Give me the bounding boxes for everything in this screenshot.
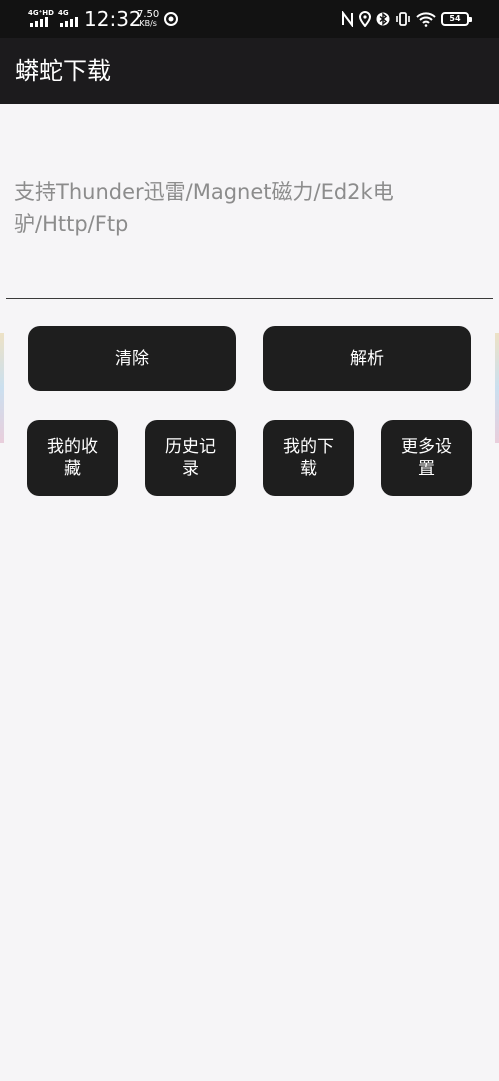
wifi-icon bbox=[416, 12, 436, 27]
location-icon bbox=[359, 11, 371, 27]
network-type-1: 4G⁺HD bbox=[28, 9, 54, 17]
signal-1-icon: 4G⁺HD bbox=[28, 9, 54, 27]
parse-button[interactable]: 解析 bbox=[263, 326, 471, 391]
battery-icon: 54 bbox=[441, 12, 472, 26]
network-speed-unit: KB/s bbox=[139, 19, 157, 28]
clear-button-label: 清除 bbox=[115, 348, 149, 369]
clear-button[interactable]: 清除 bbox=[28, 326, 236, 391]
nfc-icon bbox=[342, 11, 353, 27]
network-type-2: 4G bbox=[58, 9, 69, 17]
bluetooth-icon bbox=[376, 12, 390, 26]
downloads-button[interactable]: 我的下载 bbox=[263, 420, 354, 496]
app-title: 蟒蛇下载 bbox=[15, 57, 111, 85]
network-speed: 7.50 KB/s bbox=[137, 10, 159, 28]
favorites-button[interactable]: 我的收藏 bbox=[27, 420, 118, 496]
clock: 12:32 bbox=[84, 7, 142, 31]
settings-button[interactable]: 更多设置 bbox=[381, 420, 472, 496]
assistant-icon bbox=[164, 12, 178, 26]
status-bar: 4G⁺HD 4G 12:32 7.50 KB/s 54 bbox=[0, 0, 499, 38]
right-edge-decoration bbox=[495, 333, 499, 443]
settings-button-label: 更多设置 bbox=[401, 437, 452, 479]
screen: 4G⁺HD 4G 12:32 7.50 KB/s 54 蟒蛇下载 支持Thund… bbox=[0, 0, 499, 1081]
history-button[interactable]: 历史记录 bbox=[145, 420, 236, 496]
app-bar: 蟒蛇下载 bbox=[0, 38, 499, 104]
signal-2-icon: 4G bbox=[58, 9, 82, 27]
left-edge-decoration bbox=[0, 333, 4, 443]
downloads-button-label: 我的下载 bbox=[283, 437, 334, 479]
parse-button-label: 解析 bbox=[350, 348, 384, 369]
link-input[interactable] bbox=[6, 170, 493, 299]
battery-level: 54 bbox=[449, 14, 461, 23]
status-icons: 54 bbox=[341, 9, 472, 29]
favorites-button-label: 我的收藏 bbox=[47, 437, 98, 479]
history-button-label: 历史记录 bbox=[165, 437, 216, 479]
vibrate-icon bbox=[396, 12, 410, 26]
